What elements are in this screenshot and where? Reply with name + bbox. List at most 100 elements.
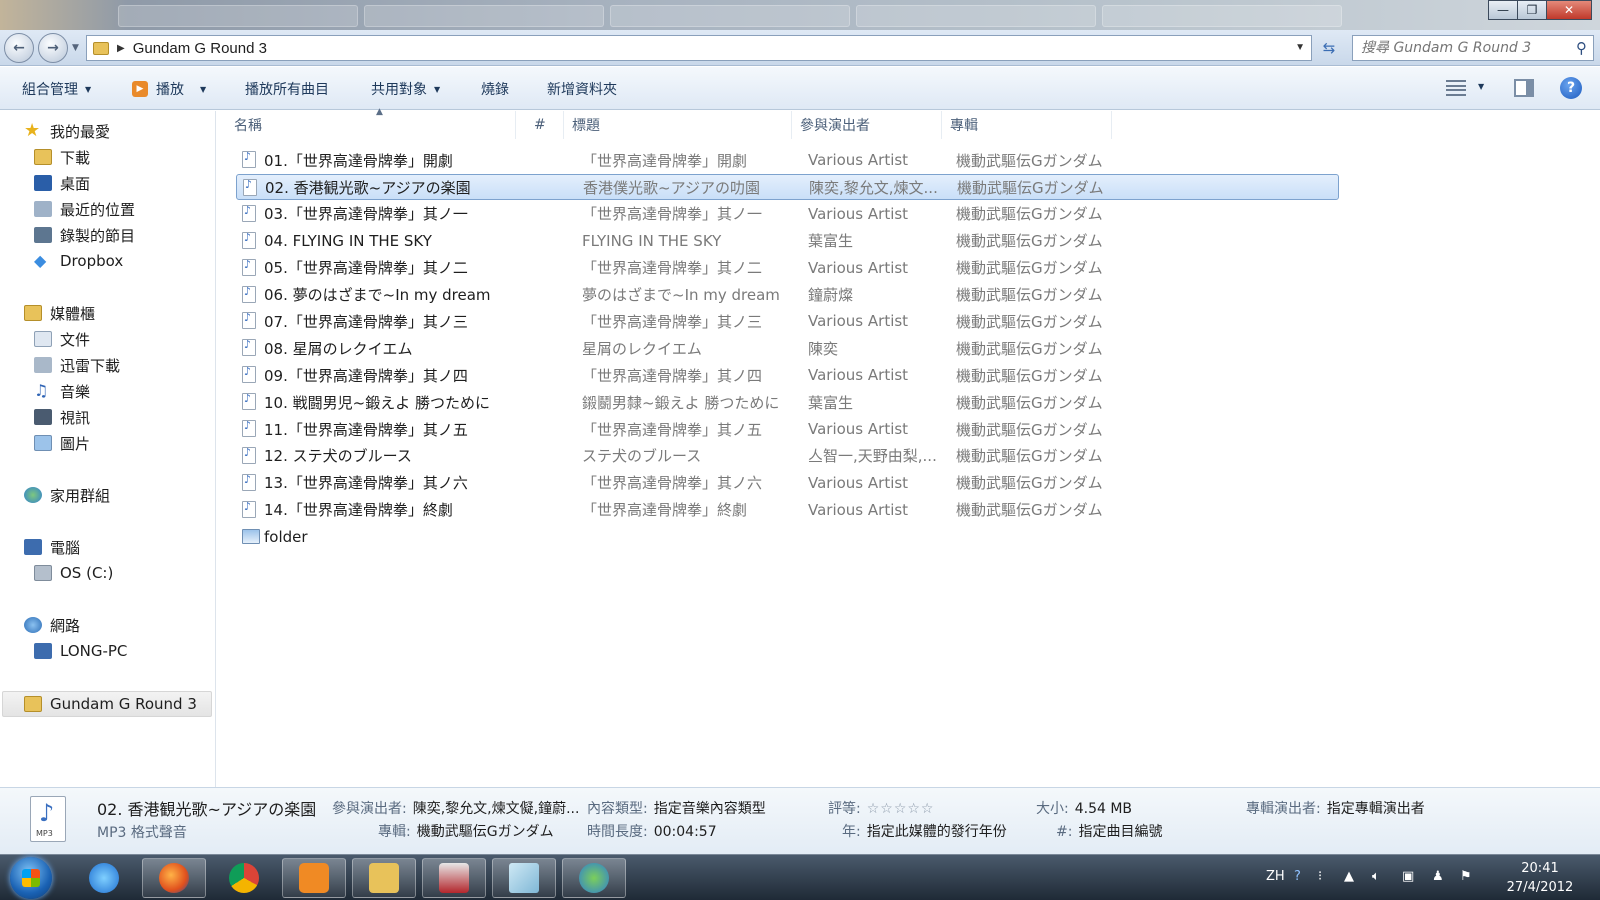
nav-homegroup[interactable]: 家用群組 — [24, 483, 110, 507]
address-box[interactable]: ▶ Gundam G Round 3 ▼ — [86, 35, 1312, 61]
breadcrumb-current[interactable]: Gundam G Round 3 — [133, 40, 267, 57]
table-row[interactable]: 01.「世界高達骨牌拳」開劇 「世界高達骨牌拳」開劇 Various Artist 機… — [236, 147, 1339, 173]
taskbar-explorer[interactable] — [352, 858, 416, 898]
column-header-title[interactable]: 標題 — [564, 111, 792, 139]
details-album[interactable]: 專輯: 機動武驅伝Gガンダム — [378, 821, 554, 841]
column-header-artist[interactable]: 參與演出者 — [792, 111, 942, 139]
nav-computer[interactable]: 電腦 — [24, 535, 80, 559]
cell-title: 星屑のレクイエム — [582, 339, 702, 358]
search-input[interactable] — [1361, 40, 1561, 56]
details-track-number[interactable]: #: 指定曲目編號 — [1056, 821, 1162, 841]
taskbar-chrome[interactable] — [212, 858, 276, 898]
view-dropdown-icon[interactable]: ▼ — [1478, 82, 1484, 91]
ime-options-icon[interactable]: ⁝ — [1318, 869, 1322, 884]
close-button[interactable]: ✕ — [1546, 0, 1592, 20]
address-dropdown-icon[interactable]: ▼ — [1295, 42, 1305, 53]
help-icon[interactable]: ? — [1560, 77, 1582, 99]
nav-documents[interactable]: 文件 — [34, 327, 90, 351]
table-row[interactable]: 12. ステ犬のブルース ステ犬のブルース 亼智一,天野由梨,... 機動武驅伝Gガン… — [236, 443, 1339, 469]
new-folder-button[interactable]: 新增資料夾 — [547, 79, 617, 99]
table-row[interactable]: 05.「世界高達骨牌拳」其ノ二 「世界高達骨牌拳」其ノ二 Various Artis… — [236, 255, 1339, 281]
maximize-button[interactable]: ❐ — [1517, 0, 1547, 20]
start-orb-icon[interactable] — [10, 857, 52, 899]
taskbar-messenger[interactable] — [562, 858, 626, 898]
firefox-icon — [159, 863, 189, 893]
nav-long-pc[interactable]: LONG-PC — [34, 639, 127, 663]
flag-icon[interactable]: ⚑ — [1460, 869, 1472, 884]
cell-artist: Various Artist — [808, 258, 909, 277]
table-row[interactable]: 08. 星屑のレクイエム 星屑のレクイエム 陳奕 機動武驅伝Gガンダム — [236, 335, 1339, 361]
field-value[interactable]: 陳奕,黎允文,煉文儗,鐘蔚... — [413, 801, 580, 817]
taskbar-gundam[interactable] — [422, 858, 486, 898]
breadcrumb-separator-icon[interactable]: ▶ — [117, 43, 125, 54]
taskbar-firefox[interactable] — [142, 858, 206, 898]
user-tray-icon[interactable]: ♟ — [1432, 869, 1444, 884]
nav-current-folder[interactable]: Gundam G Round 3 — [24, 692, 197, 716]
nav-recent[interactable]: 最近的位置 — [34, 197, 135, 221]
nav-downloads[interactable]: 下載 — [34, 145, 90, 169]
nav-pictures[interactable]: 圖片 — [34, 431, 90, 455]
taskbar-media-player[interactable] — [282, 858, 346, 898]
burn-button[interactable]: 燒錄 — [481, 79, 509, 99]
clock[interactable]: 20:41 27/4/2012 — [1490, 859, 1590, 897]
volume-icon[interactable]: 🔈︎ — [1372, 869, 1380, 884]
taskbar-ie[interactable] — [72, 858, 136, 898]
refresh-button[interactable]: ⇆ — [1318, 37, 1340, 59]
details-album-artist[interactable]: 專輯演出者: 指定專輯演出者 — [1246, 798, 1425, 818]
nav-libraries[interactable]: 媒體櫃 — [24, 301, 95, 325]
table-row[interactable]: 06. 夢のはざまで~In my dream 夢のはざまで~In my dream… — [236, 282, 1339, 308]
table-row[interactable]: 13.「世界高達骨牌拳」其ノ六 「世界高達骨牌拳」其ノ六 Various Artis… — [236, 470, 1339, 496]
table-row[interactable]: 11.「世界高達骨牌拳」其ノ五 「世界高達骨牌拳」其ノ五 Various Artis… — [236, 416, 1339, 442]
table-row[interactable]: 09.「世界高達骨牌拳」其ノ四 「世界高達骨牌拳」其ノ四 Various Artis… — [236, 362, 1339, 388]
nav-music[interactable]: ♫ 音樂 — [34, 379, 90, 403]
nav-videos[interactable]: 視訊 — [34, 405, 90, 429]
share-menu[interactable]: 共用對象 ▼ — [371, 79, 440, 99]
taskbar-notes[interactable] — [492, 858, 556, 898]
details-content-type[interactable]: 內容類型: 指定音樂內容類型 — [587, 798, 766, 818]
cell-name: 02. 香港観光歌~アジアの楽園 — [265, 179, 471, 198]
table-row[interactable]: folder — [236, 524, 1339, 550]
table-row[interactable]: 04. FLYING IN THE SKY FLYING IN THE SKY 葉富… — [236, 228, 1339, 254]
details-artist[interactable]: 參與演出者: 陳奕,黎允文,煉文儗,鐘蔚... — [332, 798, 579, 818]
nav-favorites[interactable]: ★ 我的最愛 — [24, 119, 110, 143]
preview-pane-icon[interactable] — [1514, 79, 1534, 97]
play-menu[interactable]: ▶ 播放 ▼ — [132, 79, 206, 99]
nav-os-drive[interactable]: OS (C:) — [34, 561, 113, 585]
network-tray-icon[interactable]: ▣ — [1402, 869, 1414, 884]
search-box[interactable]: ⚲ — [1352, 35, 1594, 61]
forward-button[interactable]: → — [38, 33, 68, 63]
organize-menu[interactable]: 組合管理 ▼ — [22, 79, 91, 99]
column-header-name[interactable]: 名稱 — [226, 111, 516, 139]
field-value[interactable]: 指定此媒體的發行年份 — [867, 824, 1007, 840]
music-file-icon — [242, 285, 256, 303]
column-header-album[interactable]: 專輯 — [942, 111, 1112, 139]
minimize-button[interactable]: — — [1488, 0, 1518, 20]
nav-recorded-tv[interactable]: 錄製的節目 — [34, 223, 135, 247]
field-value[interactable]: 指定曲目編號 — [1078, 824, 1162, 840]
nav-desktop[interactable]: 桌面 — [34, 171, 90, 195]
nav-dropbox[interactable]: ◆ Dropbox — [34, 249, 123, 273]
column-header-number[interactable]: # — [526, 111, 564, 139]
show-hidden-icons-icon[interactable]: ▲ — [1344, 869, 1354, 884]
details-year[interactable]: 年: 指定此媒體的發行年份 — [842, 821, 1007, 841]
nav-network[interactable]: 網路 — [24, 613, 80, 637]
play-all-button[interactable]: 播放所有曲目 — [245, 79, 329, 99]
cell-album: 機動武驅伝Gガンダム — [956, 447, 1103, 466]
table-row[interactable]: 14.「世界高達骨牌拳」終劇 「世界高達骨牌拳」終劇 Various Artist 機… — [236, 497, 1339, 523]
rating-stars-icon[interactable]: ☆☆☆☆☆ — [867, 801, 935, 817]
table-row[interactable]: 07.「世界高達骨牌拳」其ノ三 「世界高達骨牌拳」其ノ三 Various Artis… — [236, 308, 1339, 334]
search-icon[interactable]: ⚲ — [1576, 39, 1587, 57]
details-rating[interactable]: 評等: ☆☆☆☆☆ — [828, 798, 934, 818]
recent-pages-dropdown[interactable]: ▼ — [72, 43, 79, 53]
table-row[interactable]: 10. 戦闘男児~鍛えよ 勝つために 鎩鬭男隸~鍛えよ 勝つために 葉富生 機動武驅伝… — [236, 389, 1339, 415]
nav-thunder-downloads[interactable]: 迅雷下載 — [34, 353, 120, 377]
language-help-icon[interactable]: ? — [1294, 869, 1301, 884]
back-button[interactable]: ← — [4, 33, 34, 63]
field-value[interactable]: 機動武驅伝Gガンダム — [417, 824, 554, 840]
field-value[interactable]: 指定專輯演出者 — [1327, 801, 1425, 817]
view-icon[interactable] — [1446, 80, 1466, 96]
table-row-selected[interactable]: 02. 香港観光歌~アジアの楽園 香港僕光歌~アジアの叻園 陳奕,黎允文,煉文...… — [236, 173, 1339, 200]
language-indicator[interactable]: ZH — [1266, 869, 1285, 884]
table-row[interactable]: 03.「世界高達骨牌拳」其ノ一 「世界高達骨牌拳」其ノ一 Various Artis… — [236, 201, 1339, 227]
field-value[interactable]: 指定音樂內容類型 — [654, 801, 766, 817]
